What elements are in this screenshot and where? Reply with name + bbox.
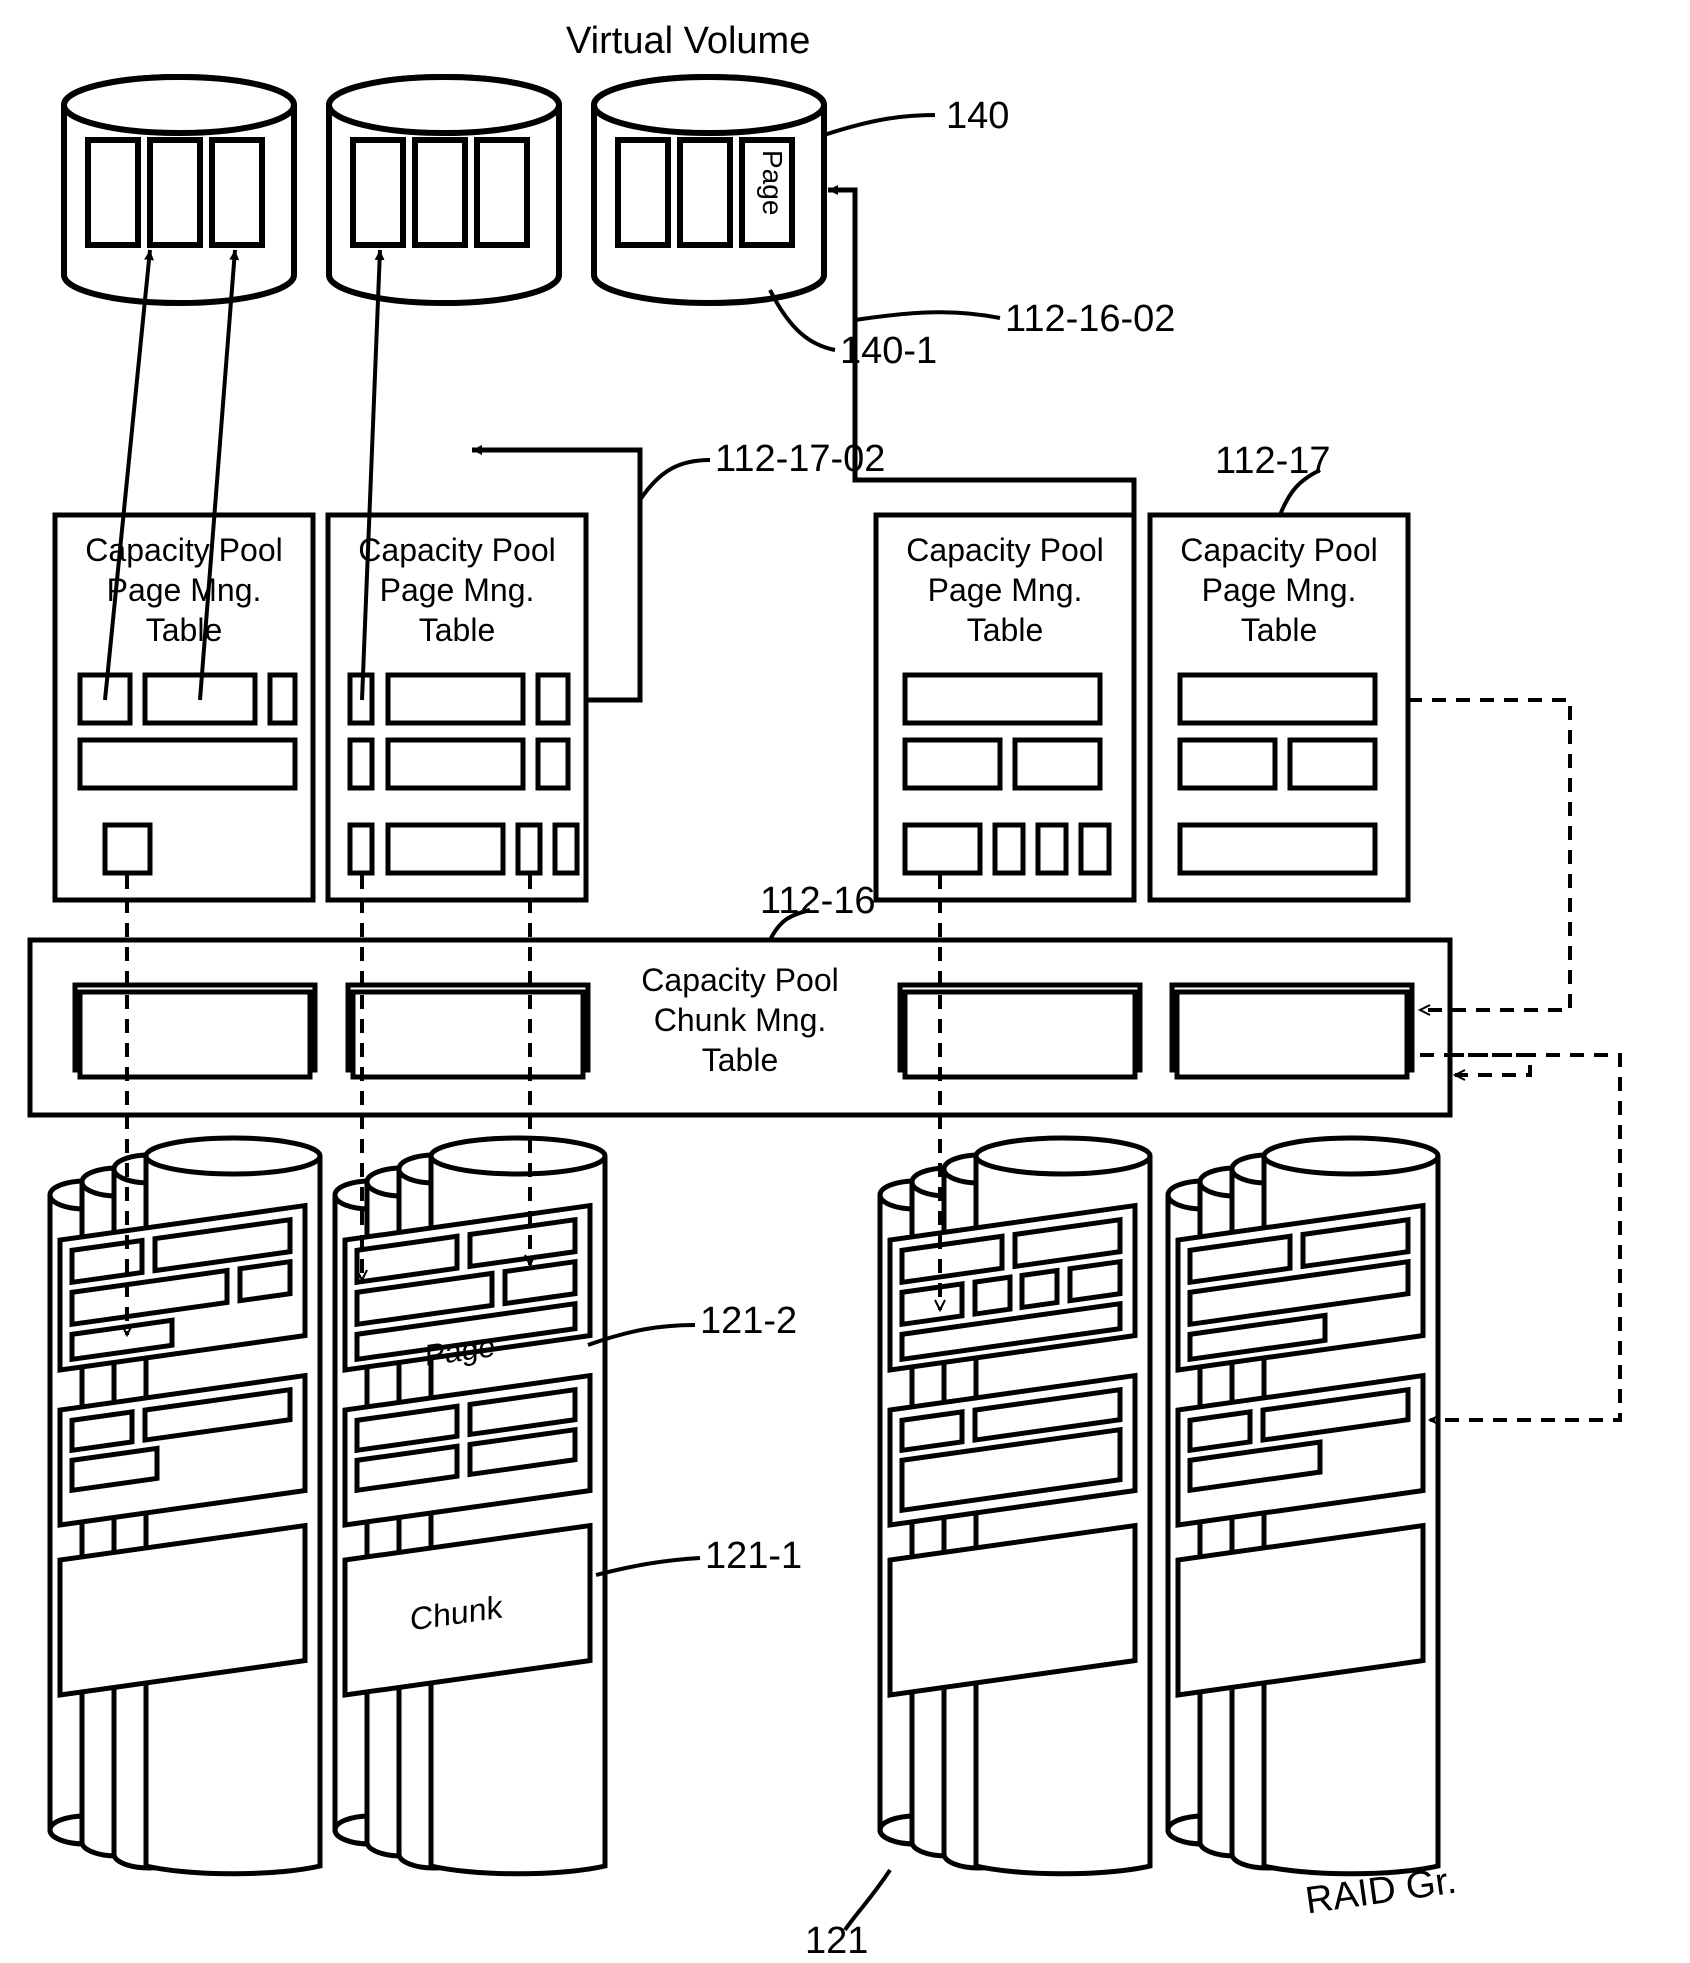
page-table-4-label: Capacity PoolPage Mng.Table	[1155, 530, 1403, 650]
ref-112-16: 112-16	[760, 880, 876, 923]
chunk-table-label: Capacity PoolChunk Mng.Table	[610, 960, 870, 1080]
ref-112-17-02: 112-17-02	[715, 438, 885, 481]
page-table-2-label: Capacity PoolPage Mng.Table	[333, 530, 581, 650]
vv-page-label: Page	[748, 150, 788, 215]
ref-112-16-02: 112-16-02	[1005, 298, 1175, 341]
ref-121-2: 121-2	[700, 1300, 797, 1343]
page-table-3-label: Capacity PoolPage Mng.Table	[881, 530, 1129, 650]
ref-112-17: 112-17	[1215, 440, 1331, 483]
ref-140: 140	[946, 95, 1009, 138]
diagram-canvas: Virtual Volume 140 140-1 112-16-02 112-1…	[0, 0, 1690, 1962]
page-table-1-label: Capacity PoolPage Mng.Table	[60, 530, 308, 650]
ref-140-1: 140-1	[840, 330, 937, 373]
title-virtual-volume: Virtual Volume	[566, 20, 810, 63]
ref-121-1: 121-1	[705, 1535, 802, 1578]
ref-121: 121	[805, 1920, 868, 1963]
